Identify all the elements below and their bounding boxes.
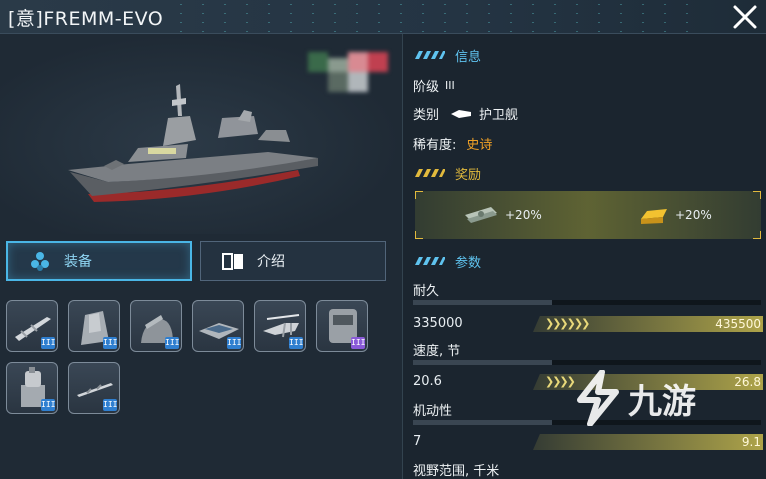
corner-bracket-icon [753,231,761,239]
tier-badge: III [41,399,56,411]
rarity-label: 稀有度: [413,138,457,153]
stripes-icon [415,51,445,59]
stat-current-value: 20.6 [413,374,442,389]
ship-model-image [68,84,318,202]
info-section-header: 信息 [415,46,482,65]
stripes-icon [415,257,445,265]
stat-max-value: 26.8 [734,375,761,389]
equipment-slot[interactable]: III [130,300,182,352]
stat-current-value: 335000 [413,316,463,331]
rewards-section-header: 奖励 [415,164,482,183]
chevrons-icon: ❯❯❯❯❯❯ [545,317,590,330]
ship-title: [意]FREMM-EVO [8,8,164,30]
jiuyou-logo-icon [577,370,619,426]
chevrons-icon: ❯❯❯❯ [545,375,576,388]
stat-speed-label: 速度, 节 [413,344,461,359]
equipment-slot[interactable]: III [254,300,306,352]
corner-bracket-icon [415,231,423,239]
upgrade-bar [533,434,763,450]
rarity-row: 稀有度: 史诗 [413,134,492,153]
equipment-slot[interactable]: III [6,362,58,414]
corner-bracket-icon [415,191,423,199]
gold-bar-icon [641,209,667,224]
equipment-slot[interactable]: III [6,300,58,352]
decorative-dots [170,0,690,34]
stat-maneuverability-label: 机动性 [413,404,453,419]
tier-badge: III [351,337,366,349]
watermark: 九游 [572,370,696,426]
tab-introduction-label: 介绍 [257,254,285,270]
left-panel: 装备 介绍 III III III III III III III III [0,34,402,479]
type-label: 类别 [413,108,440,123]
stripes-icon [415,169,445,177]
tier-badge: III [103,399,118,411]
equipment-slot[interactable]: III [68,362,120,414]
tier-label: 阶级 [413,80,440,95]
stat-current-value: 7 [413,434,422,449]
stat-durability-track [413,300,761,305]
tier-badge: III [103,337,118,349]
equipment-slot[interactable]: III [68,300,120,352]
equipment-slot[interactable]: III [192,300,244,352]
params-section-header: 参数 [415,252,482,271]
reward-gold: +20% [639,205,712,225]
stat-maneuverability-values: 7 9.1 [413,434,763,450]
ship-preview [0,34,402,234]
stat-max-value: 9.1 [741,435,761,449]
tier-badge: III [227,337,242,349]
tier-value: III [445,79,455,92]
nation-flag [308,52,388,92]
close-icon [733,5,757,29]
rewards-section-title: 奖励 [455,167,482,183]
reward-cash: +20% [463,205,542,225]
params-section-title: 参数 [455,255,482,271]
reward-cash-value: +20% [505,208,542,222]
tab-equipment[interactable]: 装备 [6,241,192,281]
equipment-slot[interactable]: III [316,300,368,352]
type-row: 类别 护卫舰 [413,104,518,123]
reward-gold-value: +20% [675,208,712,222]
frigate-class-icon [451,109,472,118]
rewards-box: +20% +20% [415,191,761,239]
tab-introduction[interactable]: 介绍 [200,241,386,281]
corner-bracket-icon [753,191,761,199]
close-button[interactable] [730,2,760,32]
stat-speed-track [413,360,761,365]
type-value: 护卫舰 [479,108,519,123]
book-icon [222,253,243,270]
stat-durability-label: 耐久 [413,284,440,299]
equipment-icon [31,252,49,271]
info-section-title: 信息 [455,49,482,65]
tier-row: 阶级 III [413,76,455,95]
tab-equipment-label: 装备 [64,254,92,270]
rarity-value: 史诗 [466,138,493,153]
tier-badge: III [289,337,304,349]
cash-icon [465,207,497,223]
tier-badge: III [41,337,56,349]
stat-view-range-label: 视野范围, 千米 [413,464,500,479]
tier-badge: III [165,337,180,349]
title-bar: [意]FREMM-EVO [0,0,766,34]
watermark-text: 九游 [628,381,696,422]
stat-max-value: 435500 [715,317,761,331]
stat-durability-values: 335000 ❯❯❯❯❯❯ 435500 [413,316,763,332]
